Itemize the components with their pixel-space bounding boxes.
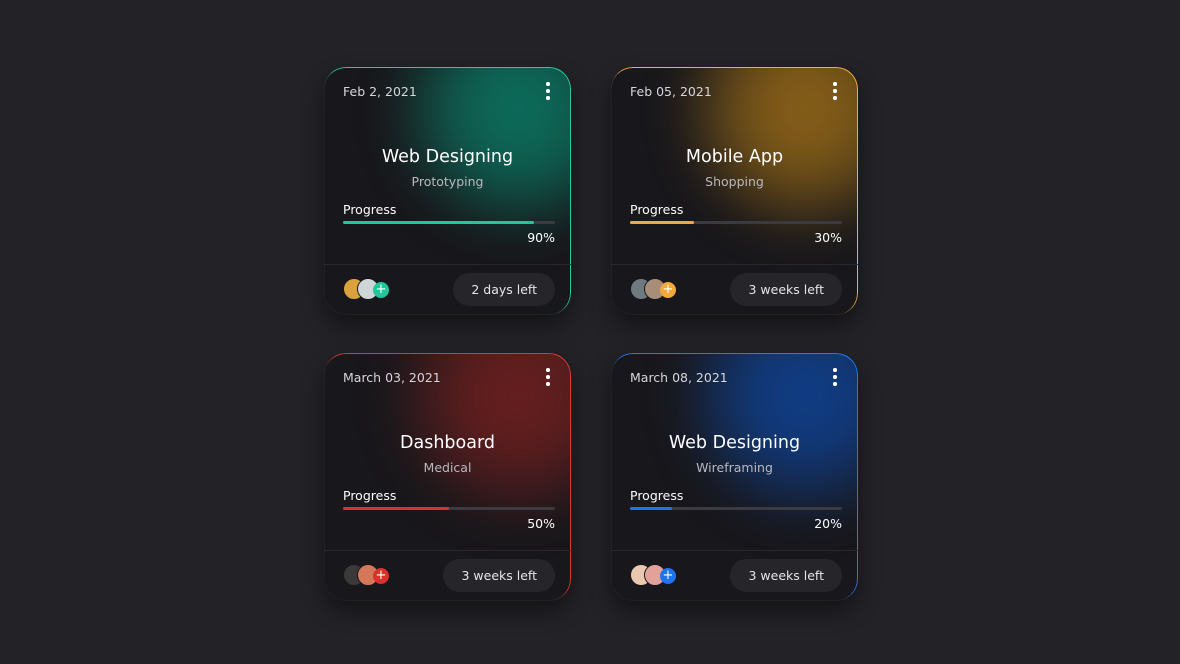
more-options-icon[interactable] — [830, 82, 840, 100]
progress-fill — [343, 221, 534, 224]
project-card[interactable]: March 03, 2021 Dashboard Medical Progres… — [324, 353, 571, 601]
card-date: Feb 05, 2021 — [630, 84, 712, 99]
add-member-icon[interactable]: + — [373, 282, 389, 298]
progress-track — [630, 507, 842, 510]
progress-track — [343, 507, 555, 510]
progress-track — [630, 221, 842, 224]
card-divider — [611, 264, 858, 265]
project-card[interactable]: Feb 05, 2021 Mobile App Shopping Progres… — [611, 67, 858, 315]
card-date: March 08, 2021 — [630, 370, 728, 385]
progress-label: Progress — [630, 488, 684, 503]
card-subtitle: Prototyping — [411, 174, 484, 189]
progress-label: Progress — [343, 202, 397, 217]
card-divider — [324, 550, 571, 551]
card-title: Web Designing — [381, 147, 514, 167]
card-date: March 03, 2021 — [343, 370, 441, 385]
more-options-icon[interactable] — [830, 368, 840, 386]
add-member-icon[interactable]: + — [660, 568, 676, 584]
progress-percent: 30% — [814, 230, 842, 245]
time-left-badge[interactable]: 3 weeks left — [730, 273, 842, 306]
card-title: Web Designing — [668, 433, 801, 453]
card-title: Mobile App — [685, 147, 784, 167]
progress-percent: 50% — [527, 516, 555, 531]
time-left-badge[interactable]: 3 weeks left — [730, 559, 842, 592]
card-title: Dashboard — [400, 433, 495, 453]
add-member-icon[interactable]: + — [660, 282, 676, 298]
member-avatars: + — [630, 278, 690, 302]
project-card[interactable]: March 08, 2021 Web Designing Wireframing… — [611, 353, 858, 601]
progress-track — [343, 221, 555, 224]
card-subtitle: Medical — [423, 460, 472, 475]
progress-percent: 90% — [527, 230, 555, 245]
member-avatars: + — [343, 564, 403, 588]
progress-percent: 20% — [814, 516, 842, 531]
more-options-icon[interactable] — [543, 82, 553, 100]
member-avatars: + — [343, 278, 403, 302]
card-date: Feb 2, 2021 — [343, 84, 417, 99]
card-subtitle: Shopping — [705, 174, 764, 189]
add-member-icon[interactable]: + — [373, 568, 389, 584]
time-left-badge[interactable]: 3 weeks left — [443, 559, 555, 592]
card-divider — [611, 550, 858, 551]
member-avatars: + — [630, 564, 690, 588]
project-card[interactable]: Feb 2, 2021 Web Designing Prototyping Pr… — [324, 67, 571, 315]
card-subtitle: Wireframing — [696, 460, 773, 475]
card-divider — [324, 264, 571, 265]
time-left-badge[interactable]: 2 days left — [453, 273, 555, 306]
progress-fill — [343, 507, 449, 510]
progress-fill — [630, 221, 694, 224]
more-options-icon[interactable] — [543, 368, 553, 386]
progress-label: Progress — [630, 202, 684, 217]
progress-label: Progress — [343, 488, 397, 503]
project-card-grid: Feb 2, 2021 Web Designing Prototyping Pr… — [324, 67, 858, 602]
progress-fill — [630, 507, 673, 510]
